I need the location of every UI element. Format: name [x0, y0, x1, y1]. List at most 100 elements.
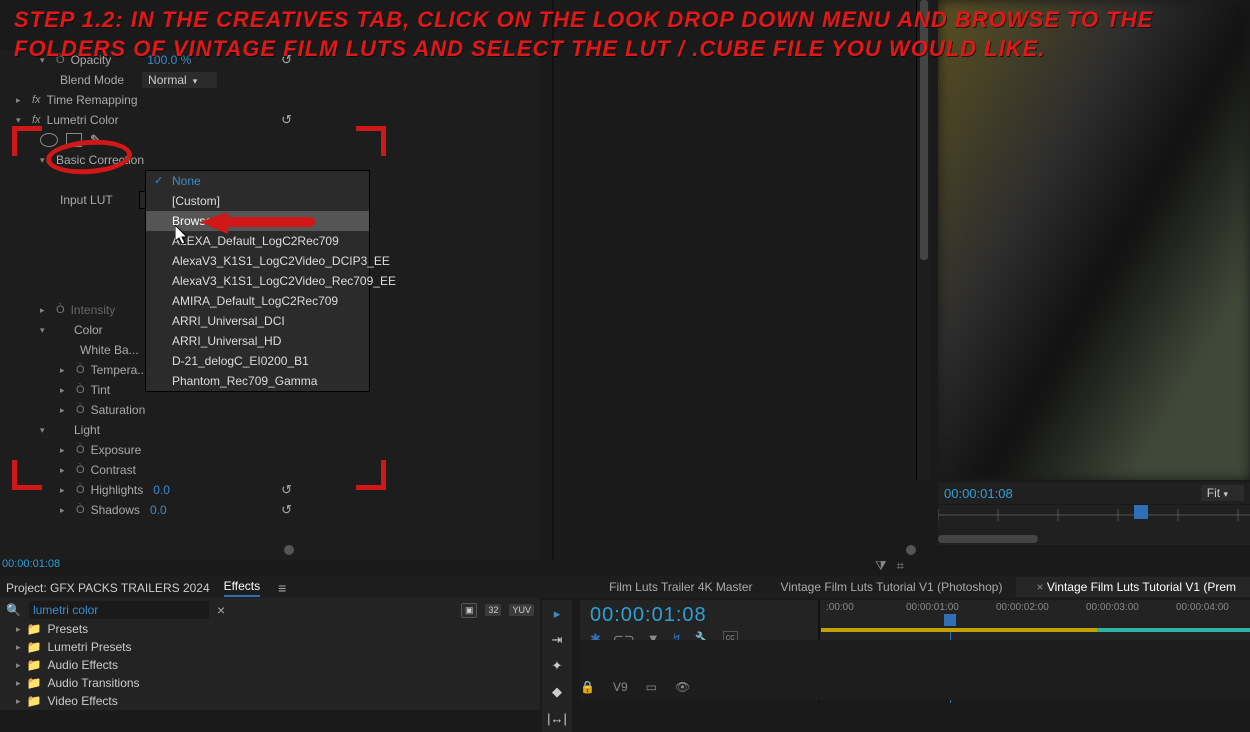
folder-row[interactable]: ▸📁Audio Effects: [0, 656, 540, 674]
ripple-tool-icon[interactable]: ⇥: [547, 630, 567, 650]
instruction-overlay: STEP 1.2: IN THE CREATIVES TAB, CLICK ON…: [14, 6, 1230, 63]
badge-accel[interactable]: ▣: [461, 603, 478, 618]
scroll-handle[interactable]: [284, 545, 294, 555]
selection-tool-icon[interactable]: ▸: [547, 604, 567, 624]
reset-icon[interactable]: ↺: [281, 502, 292, 518]
ruler-tick: 00:00:03:00: [1086, 602, 1139, 613]
effects-hscroll[interactable]: [0, 545, 920, 557]
source-patch-icon[interactable]: ▭: [646, 680, 657, 694]
lut-option-custom[interactable]: [Custom]: [146, 191, 369, 211]
settings-icon[interactable]: ⌗: [897, 558, 904, 574]
effects-search-input[interactable]: [29, 601, 209, 619]
lut-option-none[interactable]: ✓ None: [146, 171, 369, 191]
lut-option[interactable]: AlexaV3_K1S1_LogC2Video_Rec709_EE: [146, 271, 369, 291]
input-lut-dropdown[interactable]: ✓ None [Custom] Browse... ALEXA_Default_…: [145, 170, 370, 392]
sequence-tab[interactable]: Film Luts Trailer 4K Master: [595, 577, 766, 597]
highlights-value[interactable]: 0.0: [153, 483, 170, 497]
clear-search-icon[interactable]: ×: [217, 602, 225, 618]
lut-option[interactable]: Phantom_Rec709_Gamma: [146, 371, 369, 391]
timeline-playhead[interactable]: [944, 614, 956, 626]
reset-icon[interactable]: ↺: [281, 112, 292, 128]
contrast-row[interactable]: ▸ Ò Contrast: [0, 460, 540, 480]
exposure-label: Exposure: [91, 443, 142, 457]
chevron-right-icon: ▸: [60, 365, 70, 376]
lut-option[interactable]: ARRI_Universal_HD: [146, 331, 369, 351]
program-monitor: [938, 0, 1250, 480]
timeline-ruler[interactable]: :00:00 00:00:01:00 00:00:02:00 00:00:03:…: [820, 600, 1250, 630]
chevron-down-icon: ▾: [193, 76, 198, 86]
lut-option[interactable]: D-21_delogC_EI0200_B1: [146, 351, 369, 371]
lock-icon[interactable]: 🔒: [580, 680, 595, 694]
slip-tool-icon[interactable]: |↔|: [547, 708, 567, 728]
lut-option[interactable]: AMIRA_Default_LogC2Rec709: [146, 291, 369, 311]
blend-mode-select[interactable]: Normal▾: [142, 72, 217, 88]
exposure-row[interactable]: ▸ Ò Exposure: [0, 440, 540, 460]
stopwatch-icon[interactable]: Ò: [76, 444, 85, 456]
program-scrollbar[interactable]: [916, 0, 930, 480]
playhead-marker: [1134, 505, 1148, 519]
program-ruler[interactable]: [938, 505, 1250, 545]
panel-timecode: 00:00:01:08: [2, 558, 60, 570]
program-timecode[interactable]: 00:00:01:08: [944, 486, 1013, 501]
stopwatch-icon[interactable]: Ò: [76, 464, 85, 476]
ruler-tick: 00:00:02:00: [996, 602, 1049, 613]
panel-divider[interactable]: [552, 0, 554, 560]
blend-mode-label: Blend Mode: [60, 73, 124, 87]
folder-row[interactable]: ▸📁Presets: [0, 620, 540, 638]
badge-yuv[interactable]: YUV: [509, 604, 534, 616]
lumetri-color-row[interactable]: ▾ fx Lumetri Color ↺: [0, 110, 540, 130]
stopwatch-icon[interactable]: Ò: [76, 384, 85, 396]
temperature-label: Tempera...: [91, 363, 148, 377]
scroll-handle[interactable]: [906, 545, 916, 555]
timeline-tool-column: ▸ ⇥ ✦ ◆ |↔|: [542, 600, 572, 732]
chevron-right-icon: ▸: [60, 385, 70, 396]
shadows-row[interactable]: ▸ Ò Shadows 0.0 ↺: [0, 500, 540, 520]
lut-option[interactable]: AlexaV3_K1S1_LogC2Video_DCIP3_EE: [146, 251, 369, 271]
zoom-fit-select[interactable]: Fit ▾: [1201, 485, 1244, 501]
folder-row[interactable]: ▸📁Video Effects: [0, 692, 540, 710]
reset-icon[interactable]: ↺: [281, 482, 292, 498]
folder-row[interactable]: ▸📁Audio Transitions: [0, 674, 540, 692]
timeline-filter-icons: ⧩ ⌗: [875, 558, 904, 574]
folder-icon: 📁: [27, 676, 42, 690]
sequence-tab-active[interactable]: × Vintage Film Luts Tutorial V1 (Prem: [1016, 577, 1250, 597]
stopwatch-icon[interactable]: Ò: [56, 304, 65, 316]
chevron-right-icon: ▸: [60, 485, 70, 496]
project-tab-bar: Project: GFX PACKS TRAILERS 2024 Effects…: [0, 576, 540, 600]
stopwatch-icon[interactable]: Ò: [76, 364, 85, 376]
ruler-tick: 00:00:01:00: [906, 602, 959, 613]
folder-icon: 📁: [27, 622, 42, 636]
saturation-row[interactable]: ▸ Ò Saturation: [0, 400, 540, 420]
stopwatch-icon[interactable]: Ò: [76, 484, 85, 496]
tint-label: Tint: [91, 383, 111, 397]
effects-folder-list: ▸📁Presets ▸📁Lumetri Presets ▸📁Audio Effe…: [0, 620, 540, 710]
track-select-icon[interactable]: ✦: [547, 656, 567, 676]
effects-tab[interactable]: Effects: [224, 579, 260, 597]
badge-32[interactable]: 32: [485, 604, 501, 616]
panel-menu-icon[interactable]: ≡: [278, 580, 286, 596]
stopwatch-icon[interactable]: Ò: [76, 404, 85, 416]
light-group-row[interactable]: ▾ Light: [0, 420, 540, 440]
funnel-icon[interactable]: ⧩: [875, 558, 887, 574]
annotation-bracket: [356, 460, 386, 490]
sequence-tab[interactable]: Vintage Film Luts Tutorial V1 (Photoshop…: [767, 577, 1017, 597]
stopwatch-icon[interactable]: Ò: [76, 504, 85, 516]
blend-mode-row[interactable]: Blend Mode Normal▾: [0, 70, 540, 90]
highlights-label: Highlights: [91, 483, 144, 497]
lumetri-color-label: Lumetri Color: [47, 113, 119, 127]
track-label[interactable]: V9: [613, 680, 628, 694]
eye-icon[interactable]: 👁: [675, 680, 690, 694]
highlights-row[interactable]: ▸ Ò Highlights 0.0 ↺: [0, 480, 540, 500]
ruler-tick: 00:00:04:00: [1176, 602, 1229, 613]
time-remapping-row[interactable]: ▸ fx Time Remapping: [0, 90, 540, 110]
lut-option[interactable]: ARRI_Universal_DCI: [146, 311, 369, 331]
shadows-value[interactable]: 0.0: [150, 503, 167, 517]
chevron-right-icon: ▸: [60, 465, 70, 476]
ellipse-mask-icon[interactable]: [40, 133, 58, 147]
project-label[interactable]: Project: GFX PACKS TRAILERS 2024: [6, 581, 210, 595]
razor-tool-icon[interactable]: ◆: [547, 682, 567, 702]
close-icon[interactable]: ×: [1036, 580, 1043, 594]
chevron-down-icon: ▾: [40, 425, 50, 436]
folder-row[interactable]: ▸📁Lumetri Presets: [0, 638, 540, 656]
chevron-right-icon: ▸: [16, 696, 21, 707]
